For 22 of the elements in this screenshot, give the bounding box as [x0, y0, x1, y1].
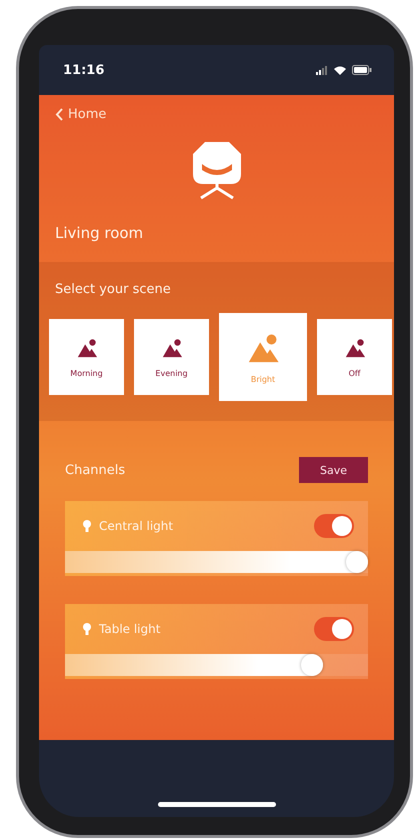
scene-heading: Select your scene	[55, 282, 172, 297]
signal-icon	[316, 66, 328, 74]
lightbulb-icon	[83, 520, 91, 532]
lightbulb-icon	[83, 623, 91, 635]
status-time: 11:16	[63, 62, 104, 78]
landscape-icon	[344, 336, 366, 358]
channel-name: Central light	[99, 519, 174, 533]
wifi-icon	[334, 66, 346, 74]
toggle-switch[interactable]	[314, 617, 354, 641]
toggle-switch[interactable]	[314, 514, 354, 538]
scene-tile[interactable]: Morning	[49, 319, 124, 395]
room-title: Living room	[55, 224, 144, 242]
channel-name: Table light	[99, 622, 162, 636]
chevron-left-icon	[55, 108, 64, 121]
save-button[interactable]: Save	[299, 457, 368, 483]
scene-tile[interactable]: Evening	[134, 319, 209, 395]
scene-tile[interactable]: Off	[317, 319, 392, 395]
channels-heading: Channels	[65, 462, 126, 478]
slider-thumb[interactable]	[346, 551, 368, 573]
battery-icon	[352, 65, 372, 75]
landscape-icon	[160, 336, 182, 358]
landscape-icon	[76, 336, 98, 358]
